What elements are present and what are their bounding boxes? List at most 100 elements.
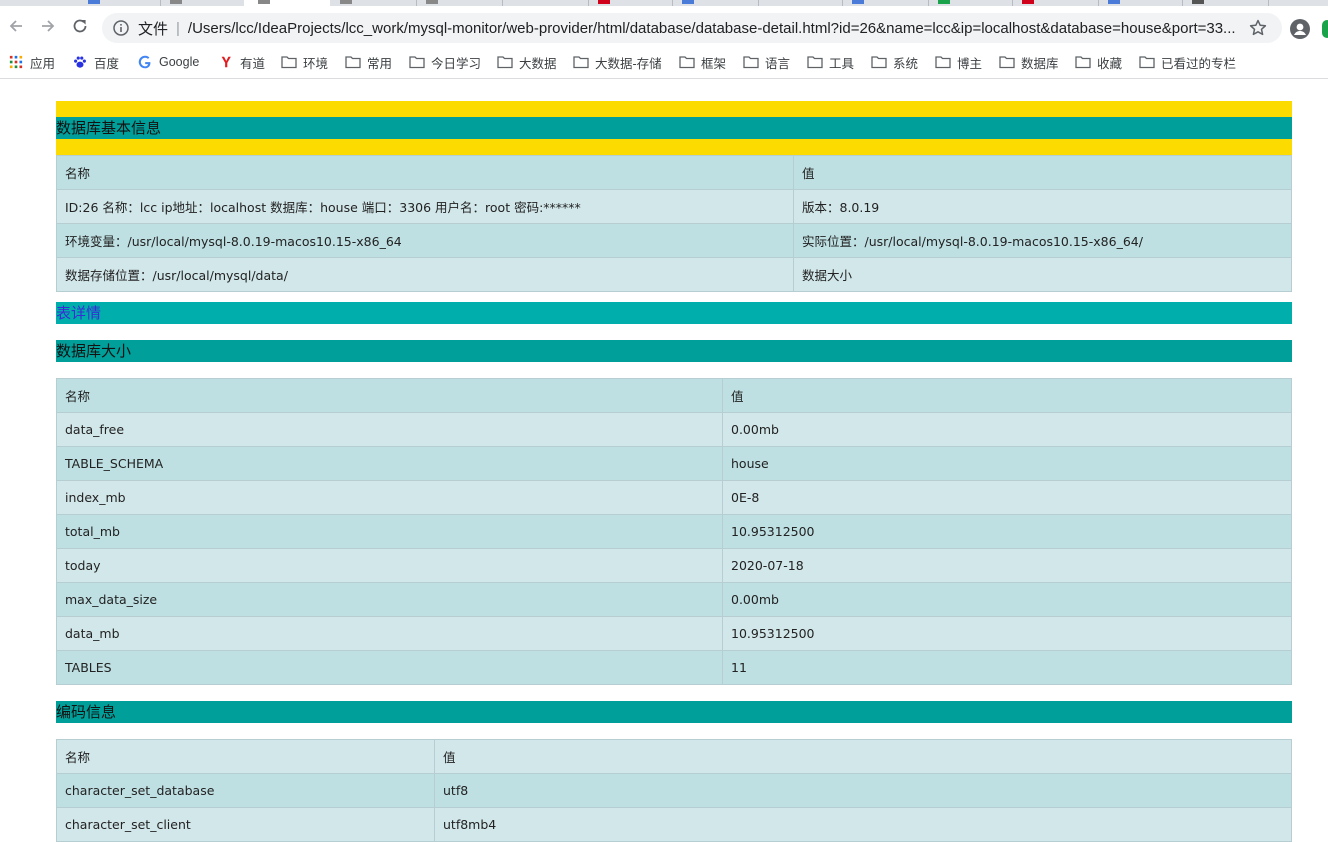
bookmark-baidu[interactable]: 百度 bbox=[72, 53, 119, 71]
table-row: character_set_client utf8mb4 bbox=[56, 807, 1292, 842]
bookmark-label: 有道 bbox=[240, 56, 266, 71]
bookmark-folder[interactable]: 数据库 bbox=[999, 53, 1059, 71]
bookmark-folder[interactable]: 语言 bbox=[743, 53, 790, 71]
bookmark-label: 百度 bbox=[94, 56, 120, 71]
reload-icon bbox=[73, 19, 87, 33]
browser-toolbar: 文件 | /Users/lcc/IdeaProjects/lcc_work/my… bbox=[0, 6, 1328, 46]
column-header-name: 名称 bbox=[56, 155, 794, 190]
bookmark-label: 环境 bbox=[303, 56, 329, 71]
table-row: data_free 0.00mb bbox=[56, 412, 1292, 447]
bookmark-folder[interactable]: 大数据 bbox=[497, 53, 557, 71]
bookmark-label: 应用 bbox=[30, 56, 56, 71]
cell-name: TABLE_SCHEMA bbox=[56, 446, 723, 481]
cell-value: 2020-07-18 bbox=[722, 548, 1292, 583]
basic-info-table: 名称 值 ID:26 名称：lcc ip地址：localhost 数据库：hou… bbox=[56, 155, 1292, 292]
bookmark-folder[interactable]: 常用 bbox=[345, 53, 392, 71]
section-title-encoding: 编码信息 bbox=[56, 701, 1292, 723]
folder-icon bbox=[1075, 56, 1091, 69]
cell-name: 环境变量：/usr/local/mysql-8.0.19-macos10.15-… bbox=[56, 223, 794, 258]
cell-value: utf8 bbox=[434, 773, 1292, 808]
folder-icon bbox=[281, 56, 297, 69]
extension-icon[interactable] bbox=[1322, 20, 1328, 38]
bookmark-label: 今日学习 bbox=[431, 56, 482, 71]
star-icon[interactable] bbox=[1248, 18, 1268, 38]
table-detail-bar: 表详情 bbox=[56, 302, 1292, 324]
cell-value: 版本：8.0.19 bbox=[793, 189, 1292, 224]
url-text[interactable]: /Users/lcc/IdeaProjects/lcc_work/mysql-m… bbox=[188, 20, 1238, 37]
column-header-name: 名称 bbox=[56, 739, 435, 774]
column-header-name: 名称 bbox=[56, 378, 723, 413]
reload-button[interactable] bbox=[68, 14, 92, 38]
bookmark-folder[interactable]: 大数据-存储 bbox=[573, 53, 662, 71]
cell-value: 数据大小 bbox=[793, 257, 1292, 292]
table-row: 数据存储位置：/usr/local/mysql/data/ 数据大小 bbox=[56, 257, 1292, 292]
bookmark-folder[interactable]: 环境 bbox=[281, 53, 328, 71]
scheme-label: 文件 bbox=[138, 20, 169, 38]
bookmark-apps[interactable]: 应用 bbox=[8, 53, 55, 71]
cell-name: data_free bbox=[56, 412, 723, 447]
divider-bar bbox=[56, 101, 1292, 117]
apps-grid-icon bbox=[9, 55, 23, 69]
encoding-table: 名称 值 character_set_database utf8 charact… bbox=[56, 739, 1292, 842]
section-title-db-size: 数据库大小 bbox=[56, 340, 1292, 362]
table-row: index_mb 0E-8 bbox=[56, 480, 1292, 515]
bookmark-label: 博主 bbox=[957, 56, 983, 71]
cell-name: character_set_database bbox=[56, 773, 435, 808]
cell-name: 数据存储位置：/usr/local/mysql/data/ bbox=[56, 257, 794, 292]
bookmark-folder[interactable]: 今日学习 bbox=[409, 53, 481, 71]
scheme-separator: | bbox=[176, 19, 180, 37]
cell-value: house bbox=[722, 446, 1292, 481]
bookmark-label: 已看过的专栏 bbox=[1161, 56, 1237, 71]
bookmark-label: 数据库 bbox=[1021, 56, 1059, 71]
divider-bar bbox=[56, 139, 1292, 155]
cell-name: max_data_size bbox=[56, 582, 723, 617]
folder-icon bbox=[999, 56, 1015, 69]
bookmark-label: 收藏 bbox=[1097, 56, 1123, 71]
bookmark-label: 框架 bbox=[701, 56, 727, 71]
cell-value: 10.95312500 bbox=[722, 616, 1292, 651]
table-row: character_set_database utf8 bbox=[56, 773, 1292, 808]
forward-button[interactable] bbox=[36, 14, 60, 38]
bookmark-google[interactable]: Google bbox=[137, 53, 199, 71]
bookmark-label: 大数据 bbox=[519, 56, 557, 71]
baidu-paw-icon bbox=[74, 56, 86, 68]
table-detail-link[interactable]: 表详情 bbox=[56, 304, 101, 322]
table-row: ID:26 名称：lcc ip地址：localhost 数据库：house 端口… bbox=[56, 189, 1292, 224]
folder-icon bbox=[935, 56, 951, 69]
table-header-row: 名称 值 bbox=[56, 378, 1292, 413]
cell-value: utf8mb4 bbox=[434, 807, 1292, 842]
bookmark-folder[interactable]: 工具 bbox=[807, 53, 854, 71]
info-icon[interactable] bbox=[112, 19, 130, 37]
address-bar[interactable]: 文件 | /Users/lcc/IdeaProjects/lcc_work/my… bbox=[102, 13, 1282, 43]
column-header-value: 值 bbox=[722, 378, 1292, 413]
profile-avatar-icon[interactable] bbox=[1290, 19, 1310, 39]
cell-value: 11 bbox=[722, 650, 1292, 685]
bookmark-folder[interactable]: 框架 bbox=[679, 53, 726, 71]
folder-icon bbox=[409, 56, 425, 69]
folder-icon bbox=[807, 56, 823, 69]
table-row: TABLES 11 bbox=[56, 650, 1292, 685]
table-row: total_mb 10.95312500 bbox=[56, 514, 1292, 549]
table-row: today 2020-07-18 bbox=[56, 548, 1292, 583]
table-row: data_mb 10.95312500 bbox=[56, 616, 1292, 651]
cell-name: TABLES bbox=[56, 650, 723, 685]
table-header-row: 名称 值 bbox=[56, 155, 1292, 190]
bookmark-label: Google bbox=[159, 55, 200, 69]
bookmark-label: 工具 bbox=[829, 56, 855, 71]
cell-value: 0E-8 bbox=[722, 480, 1292, 515]
back-button[interactable] bbox=[4, 14, 28, 38]
column-header-value: 值 bbox=[793, 155, 1292, 190]
bookmark-folder[interactable]: 收藏 bbox=[1075, 53, 1122, 71]
table-header-row: 名称 值 bbox=[56, 739, 1292, 774]
folder-icon bbox=[1139, 56, 1155, 69]
bookmark-folder[interactable]: 已看过的专栏 bbox=[1139, 53, 1236, 71]
bookmark-folder[interactable]: 系统 bbox=[871, 53, 918, 71]
cell-name: ID:26 名称：lcc ip地址：localhost 数据库：house 端口… bbox=[56, 189, 794, 224]
folder-icon bbox=[871, 56, 887, 69]
google-g-icon bbox=[138, 55, 151, 69]
bookmark-youdao[interactable]: 有道 bbox=[218, 53, 265, 71]
bookmark-label: 大数据-存储 bbox=[595, 56, 662, 71]
bookmark-folder[interactable]: 博主 bbox=[935, 53, 982, 71]
folder-icon bbox=[743, 56, 759, 69]
cell-name: index_mb bbox=[56, 480, 723, 515]
